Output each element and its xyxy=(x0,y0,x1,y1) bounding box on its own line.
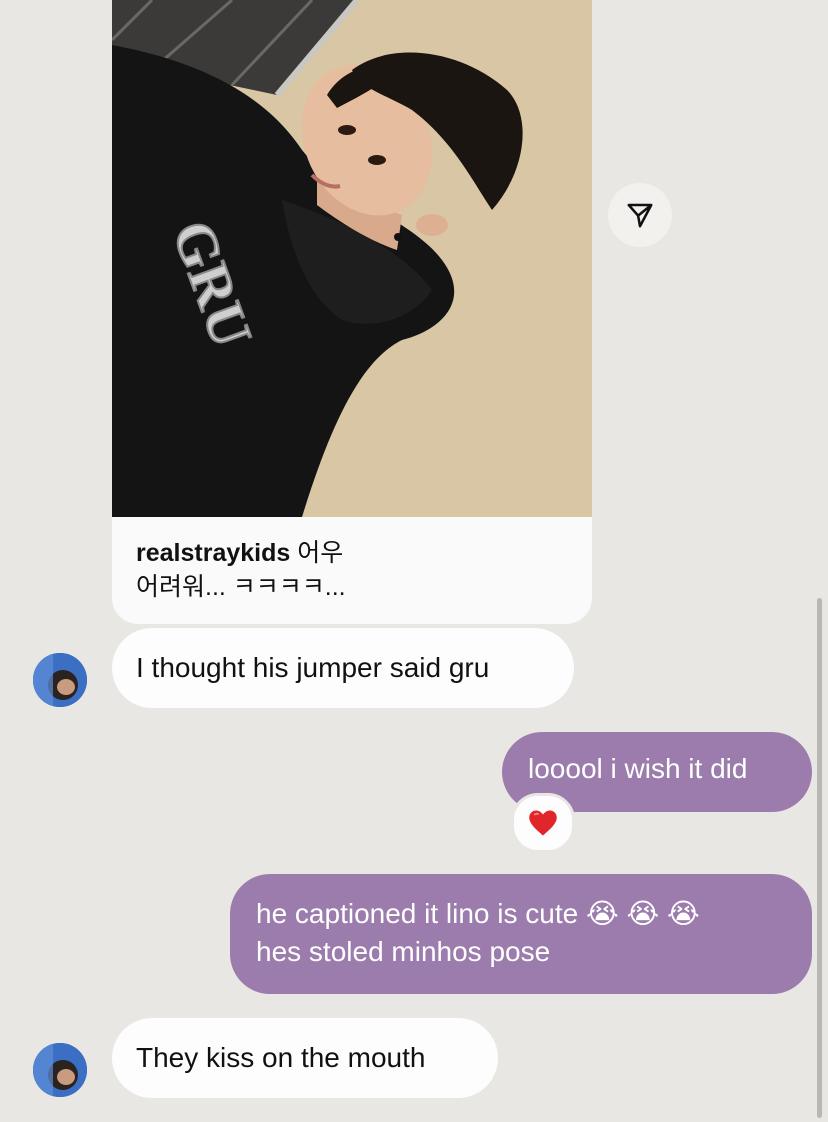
message-text: looool i wish it did xyxy=(528,753,748,784)
message-text-line1: he captioned it lino is cute 😭 😭 😭 xyxy=(256,898,700,929)
message-text: I thought his jumper said gru xyxy=(136,652,490,683)
caption-text-line1: 어우 xyxy=(297,539,344,567)
message-text: They kiss on the mouth xyxy=(136,1042,426,1073)
scrollbar[interactable] xyxy=(817,598,822,1118)
avatar-image xyxy=(33,653,87,707)
heart-icon xyxy=(529,810,557,836)
avatar-image xyxy=(33,1043,87,1097)
post-photo[interactable]: GRU xyxy=(112,0,592,517)
outgoing-message-bubble[interactable]: he captioned it lino is cute 😭 😭 😭 hes s… xyxy=(230,874,812,994)
post-photo-illustration: GRU xyxy=(112,0,592,517)
message-reaction[interactable] xyxy=(511,793,575,853)
avatar[interactable] xyxy=(33,653,87,707)
caption-text-line2: 어려워... ㅋㅋㅋㅋ... xyxy=(136,573,346,601)
paper-plane-icon xyxy=(627,203,653,228)
share-post-button[interactable] xyxy=(608,183,672,247)
message-text-line2: hes stoled minhos pose xyxy=(256,936,551,967)
avatar[interactable] xyxy=(33,1043,87,1097)
post-caption: realstraykids 어우 어려워... ㅋㅋㅋㅋ... xyxy=(136,536,576,604)
incoming-message-bubble[interactable]: They kiss on the mouth xyxy=(112,1018,498,1098)
post-username[interactable]: realstraykids xyxy=(136,539,290,567)
incoming-message-bubble[interactable]: I thought his jumper said gru xyxy=(112,628,574,708)
shared-post-card[interactable]: GRU realstraykids 어우 어려워... ㅋㅋㅋㅋ... xyxy=(112,0,592,624)
